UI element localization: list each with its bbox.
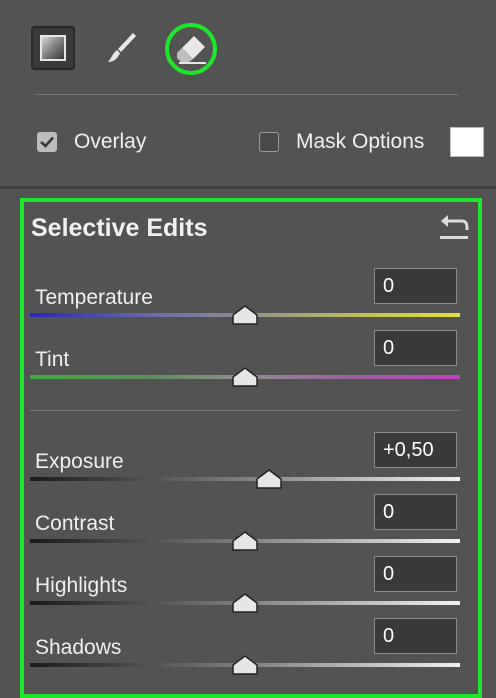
temperature-value-field[interactable]: 0: [374, 268, 457, 304]
mask-options-label: Mask Options: [296, 130, 425, 153]
overlay-label: Overlay: [74, 130, 147, 153]
brush-icon: [108, 33, 136, 62]
shadows-slider-thumb[interactable]: [231, 654, 259, 676]
exposure-label: Exposure: [35, 450, 124, 473]
highlights-label: Highlights: [35, 574, 128, 597]
brush-tool-button[interactable]: [104, 29, 138, 67]
exposure-slider-thumb[interactable]: [255, 468, 283, 490]
eraser-tool-button[interactable]: [165, 23, 217, 75]
contrast-value-field[interactable]: 0: [374, 494, 457, 530]
contrast-slider-thumb[interactable]: [231, 530, 259, 552]
highlights-value-field[interactable]: 0: [374, 556, 457, 592]
linear-gradient-tool-button[interactable]: [31, 26, 75, 70]
eraser-icon: [177, 36, 206, 64]
checkmark-icon: [40, 136, 54, 148]
tint-value-field[interactable]: 0: [374, 330, 457, 366]
shadows-label: Shadows: [35, 636, 122, 659]
selective-edits-title: Selective Edits: [31, 214, 208, 242]
overlay-checkbox[interactable]: [37, 132, 57, 152]
mask-color-swatch[interactable]: [450, 127, 484, 157]
shadows-value-field[interactable]: 0: [374, 618, 457, 654]
panel-separator: [0, 186, 496, 189]
highlights-slider-thumb[interactable]: [231, 592, 259, 614]
temperature-slider-thumb[interactable]: [231, 304, 259, 326]
contrast-label: Contrast: [35, 512, 115, 535]
toolbar-divider: [36, 94, 458, 95]
tint-slider-thumb[interactable]: [231, 366, 259, 388]
gradient-icon: [40, 35, 66, 61]
sliders-divider: [30, 410, 460, 411]
reset-icon[interactable]: [438, 215, 470, 246]
mask-options-checkbox[interactable]: [259, 132, 279, 152]
exposure-slider-track[interactable]: [30, 477, 460, 481]
tint-label: Tint: [35, 348, 70, 371]
exposure-value-field[interactable]: +0,50: [374, 432, 457, 468]
temperature-label: Temperature: [35, 286, 153, 309]
